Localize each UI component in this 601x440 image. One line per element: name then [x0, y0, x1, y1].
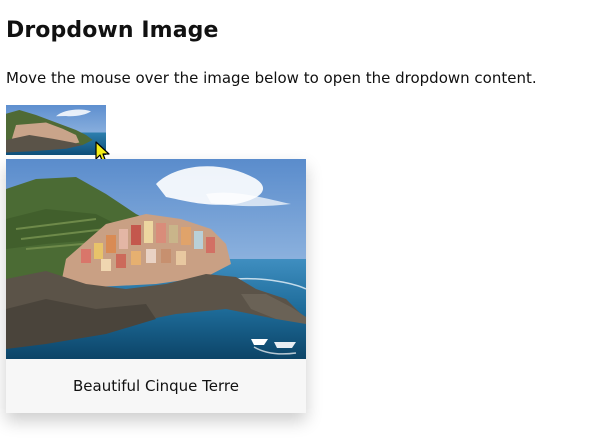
page-description: Move the mouse over the image below to o… — [6, 69, 537, 87]
dropdown-caption: Beautiful Cinque Terre — [73, 377, 239, 395]
page-title: Dropdown Image — [6, 18, 219, 43]
dropdown-image — [6, 159, 306, 359]
thumbnail-image[interactable] — [6, 105, 106, 155]
landscape-photo-thumbnail — [6, 105, 106, 155]
cinque-terre-photo — [6, 159, 306, 359]
dropdown-content: Beautiful Cinque Terre — [6, 159, 306, 413]
page: Dropdown Image Move the mouse over the i… — [0, 0, 601, 440]
